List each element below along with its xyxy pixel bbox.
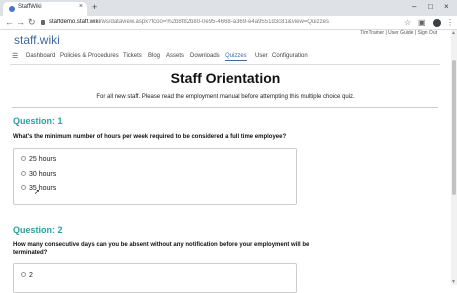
vertical-scrollbar[interactable]: ▲ ▼ bbox=[451, 30, 457, 285]
user-links[interactable]: TimTrainer | User Guide | Sign Out bbox=[360, 30, 437, 36]
question-2-text: How many consecutive days can you be abs… bbox=[13, 242, 310, 256]
answer-label: 2 bbox=[29, 272, 33, 279]
new-tab-button[interactable]: + bbox=[92, 2, 97, 12]
radio-button[interactable] bbox=[21, 185, 26, 190]
reload-button[interactable]: ↻ bbox=[28, 17, 36, 28]
answer-label: 30 hours bbox=[29, 171, 57, 178]
minimize-button[interactable]: – bbox=[412, 2, 416, 11]
answer-option[interactable]: 2 bbox=[21, 272, 33, 279]
answer-option[interactable]: 30 hours bbox=[21, 171, 56, 178]
tab-title: StaffWiki bbox=[18, 4, 42, 10]
nav-divider bbox=[10, 64, 440, 65]
nav-blog[interactable]: Blog bbox=[148, 53, 160, 59]
nav-tickets[interactable]: Tickets bbox=[123, 53, 142, 59]
url-host: staffdemo.staff.wiki bbox=[49, 19, 100, 25]
browser-menu-icon[interactable]: ⋮ bbox=[446, 18, 454, 27]
page-title: Staff Orientation bbox=[170, 70, 281, 86]
nav-dashboard[interactable]: Dashboard bbox=[26, 53, 55, 59]
question-1-heading: Question: 1 bbox=[13, 116, 63, 126]
answer-option[interactable]: 25 hours bbox=[21, 156, 56, 163]
back-button[interactable]: ← bbox=[5, 17, 14, 27]
question-1-answers: 25 hours 30 hours 35 hours bbox=[13, 148, 297, 205]
lock-icon bbox=[41, 20, 45, 25]
page-content: staff.wiki TimTrainer | User Guide | Sig… bbox=[0, 30, 451, 293]
maximize-button[interactable]: □ bbox=[428, 2, 433, 11]
scroll-down-icon[interactable]: ▼ bbox=[451, 279, 456, 285]
forward-button[interactable]: → bbox=[16, 17, 25, 27]
tab-close-icon[interactable]: × bbox=[79, 3, 83, 10]
nav-configuration[interactable]: Configuration bbox=[272, 53, 308, 59]
bookmark-star-icon[interactable]: ☆ bbox=[404, 18, 411, 27]
radio-button[interactable] bbox=[21, 272, 26, 277]
nav-assets[interactable]: Assets bbox=[166, 53, 184, 59]
answer-label: 25 hours bbox=[29, 156, 57, 163]
quiz-intro: For all new staff. Please read the emplo… bbox=[96, 94, 355, 100]
address-bar[interactable]: staffdemo.staff.wiki/ws/dataview.aspx?fc… bbox=[49, 19, 359, 25]
browser-tab[interactable]: StaffWiki × bbox=[3, 2, 87, 16]
site-logo[interactable]: staff.wiki bbox=[14, 33, 60, 47]
radio-button[interactable] bbox=[21, 156, 26, 161]
nav-user[interactable]: User bbox=[255, 53, 268, 59]
extension-icon[interactable]: ▣ bbox=[418, 18, 426, 27]
intro-divider bbox=[12, 107, 438, 108]
url-path: /ws/dataview.aspx?fcoo=%2b8f82b80-0e95-4… bbox=[99, 19, 329, 25]
close-window-button[interactable]: × bbox=[444, 2, 449, 11]
hamburger-menu-icon[interactable]: ☰ bbox=[12, 52, 18, 60]
question-2-heading: Question: 2 bbox=[13, 225, 63, 235]
browser-toolbar: ← → ↻ staffdemo.staff.wiki/ws/dataview.a… bbox=[0, 16, 457, 30]
nav-downloads[interactable]: Downloads bbox=[190, 53, 220, 59]
nav-quizzes[interactable]: Quizzes bbox=[225, 53, 247, 61]
main-nav: ☰ Dashboard Policies & Procedures Ticket… bbox=[10, 48, 440, 64]
scroll-up-icon[interactable]: ▲ bbox=[451, 30, 456, 36]
mouse-cursor-icon: ➚ bbox=[34, 189, 40, 196]
profile-avatar-icon[interactable] bbox=[433, 19, 441, 27]
question-1-text: What's the minimum number of hours per w… bbox=[13, 134, 287, 140]
browser-tab-bar: StaffWiki × + – □ × bbox=[0, 0, 457, 16]
scrollbar-thumb[interactable] bbox=[452, 60, 456, 195]
question-2-answers: 2 bbox=[13, 263, 297, 293]
site-favicon-icon bbox=[9, 6, 15, 12]
nav-policies[interactable]: Policies & Procedures bbox=[60, 53, 119, 59]
radio-button[interactable] bbox=[21, 171, 26, 176]
